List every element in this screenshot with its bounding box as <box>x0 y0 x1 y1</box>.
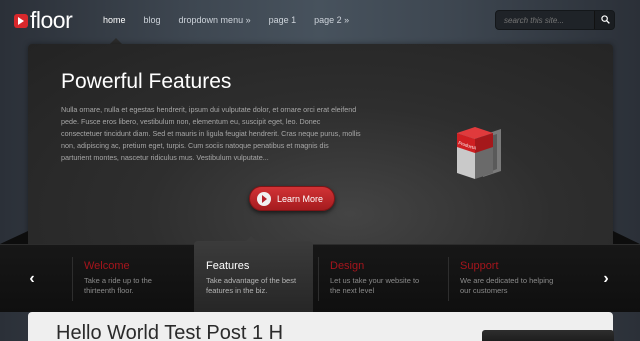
main-nav: home blog dropdown menu » page 1 page 2 … <box>96 10 360 30</box>
thumb-desc: Let us take your website to the next lev… <box>330 276 420 295</box>
thumb-title: Welcome <box>84 260 130 272</box>
thumb-divider <box>448 257 449 301</box>
thumb-item-design[interactable]: Design Let us take your website to the n… <box>318 245 442 313</box>
thumb-desc: Take advantage of the best features in t… <box>206 276 297 295</box>
learn-more-button[interactable]: Learn More <box>249 186 335 211</box>
thumb-item-support[interactable]: Support We are dedicated to helping our … <box>448 245 572 313</box>
next-arrow-icon[interactable]: › <box>592 265 620 293</box>
thumb-divider <box>318 257 319 301</box>
thumb-title: Design <box>330 260 365 272</box>
site-logo[interactable]: floor <box>14 7 73 33</box>
thumb-title: Support <box>460 260 499 272</box>
search-box <box>495 10 615 30</box>
featured-slider: Powerful Features Nulla ornare, nulla et… <box>28 44 613 244</box>
search-input[interactable] <box>496 11 594 29</box>
logo-arrow-icon <box>14 14 28 28</box>
post-title[interactable]: Hello World Test Post 1 H <box>56 322 283 341</box>
thumb-item-welcome[interactable]: Welcome Take a ride up to the thirteenth… <box>72 245 196 313</box>
thumb-title: Features <box>206 260 250 272</box>
learn-more-label: Learn More <box>277 194 324 204</box>
nav-item-home[interactable]: home <box>96 10 133 30</box>
prev-arrow-icon[interactable]: ‹ <box>18 265 46 293</box>
product-box-image: ProductA <box>457 127 501 179</box>
thumb-desc: We are dedicated to helping our customer… <box>460 276 554 295</box>
search-button[interactable] <box>594 11 614 29</box>
slide-title: Powerful Features <box>61 70 232 93</box>
slider-thumbnails: ‹ Welcome Take a ride up to the thirteen… <box>0 241 640 313</box>
top-header: floor home blog dropdown menu » page 1 p… <box>0 0 640 44</box>
thumbs-fold-left <box>0 231 28 244</box>
slide-text: Nulla ornare, nulla et egestas hendrerit… <box>61 105 361 163</box>
search-icon <box>601 15 610 24</box>
thumb-divider <box>72 257 73 301</box>
nav-item-page-1[interactable]: page 1 <box>262 10 304 30</box>
sidebar-widget-tab[interactable] <box>482 330 614 341</box>
play-icon <box>257 192 271 206</box>
nav-item-dropdown-menu[interactable]: dropdown menu » <box>172 10 258 30</box>
logo-text: floor <box>30 7 73 33</box>
nav-item-page-2[interactable]: page 2 » <box>307 10 356 30</box>
nav-item-blog[interactable]: blog <box>137 10 168 30</box>
thumbs-fold-right <box>613 231 640 244</box>
thumb-desc: Take a ride up to the thirteenth floor. <box>84 276 152 295</box>
thumb-item-features[interactable]: Features Take advantage of the best feat… <box>194 241 313 313</box>
